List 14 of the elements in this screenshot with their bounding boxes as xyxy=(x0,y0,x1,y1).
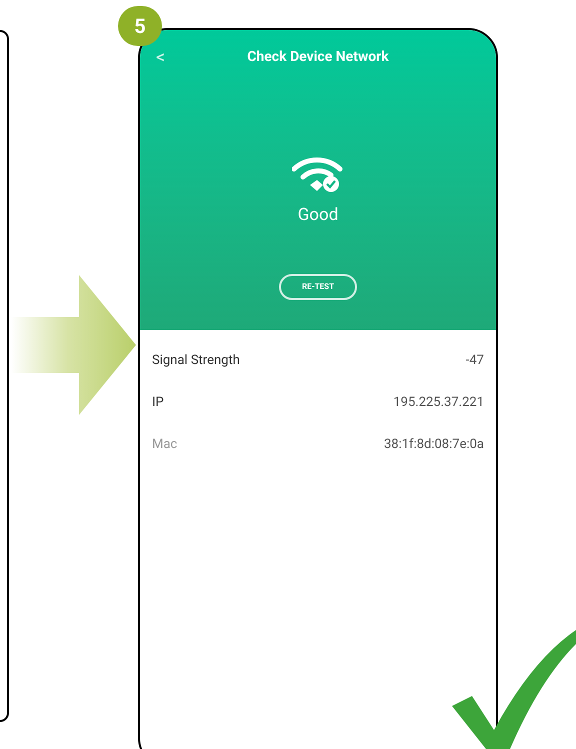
row-value: 195.225.37.221 xyxy=(393,394,484,412)
arrow-icon xyxy=(11,275,136,415)
step-badge: 5 xyxy=(118,6,162,46)
row-label: Signal Strength xyxy=(152,352,240,370)
row-label: IP xyxy=(152,394,164,412)
screen-title: Check Device Network xyxy=(246,48,390,67)
row-label: Mac xyxy=(152,436,178,454)
checkmark-icon xyxy=(452,630,576,749)
row-value: -47 xyxy=(466,352,484,370)
back-button[interactable]: < xyxy=(156,44,176,71)
row-value: 38:1f:8d:08:7e:0a xyxy=(384,436,484,454)
wifi-check-icon xyxy=(292,157,344,193)
retest-button[interactable]: RE-TEST xyxy=(279,274,357,300)
status-text: Good xyxy=(298,204,338,227)
